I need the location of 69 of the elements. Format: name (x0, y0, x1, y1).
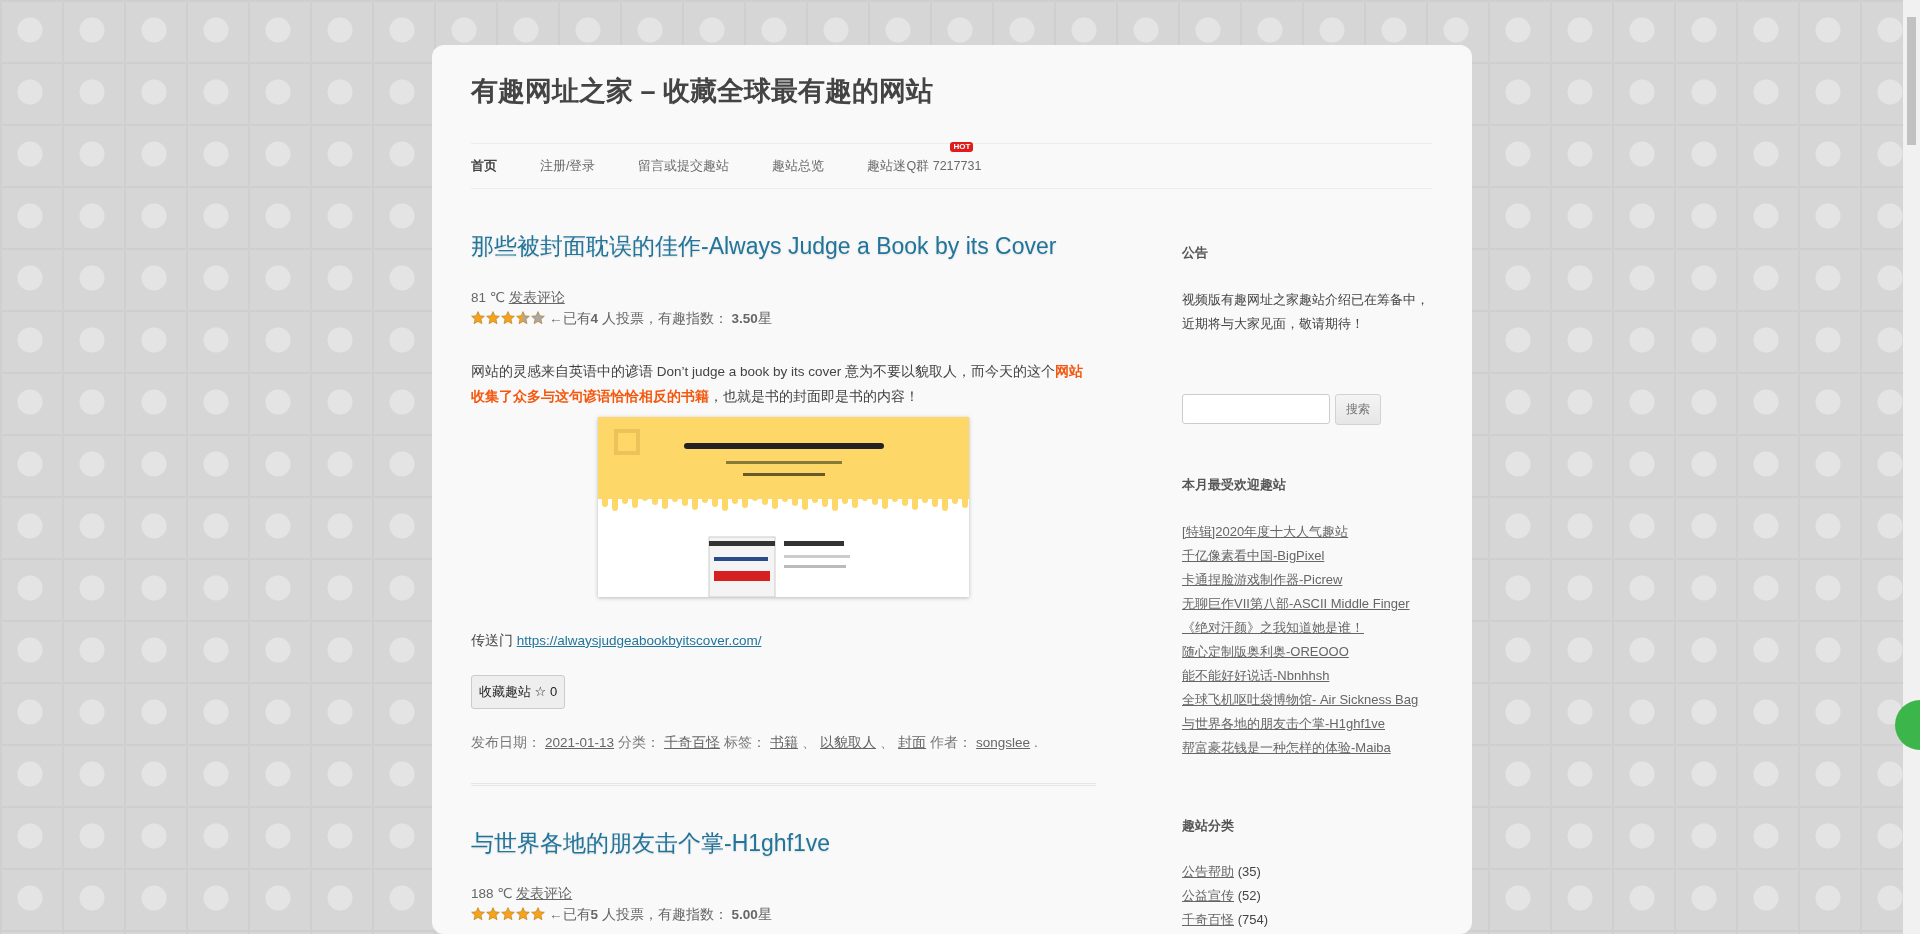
vote-summary: ←已有4 人投票，有趣指数： 3.50星 (549, 310, 772, 326)
meta-label: 发布日期： (471, 734, 541, 750)
post-title[interactable]: 与世界各地的朋友击个掌-H1ghf1ve (471, 825, 831, 861)
category-link[interactable]: 公益宣传 (1182, 888, 1234, 904)
popular-link[interactable]: 与世界各地的朋友击个掌-H1ghf1ve (1182, 715, 1385, 731)
meta-link[interactable]: 以貌取人 (820, 734, 877, 750)
nav-link[interactable]: 留言或提交趣站 (638, 159, 730, 174)
meta-label: 分类： (618, 734, 661, 750)
meta-label: 标签： (724, 734, 767, 750)
favorite-button[interactable]: 收藏趣站 ☆ 0 (471, 675, 566, 709)
popular-link[interactable]: 《绝对汗颜》之我知道她是谁！ (1182, 619, 1364, 635)
widget-title: 本月最受欢迎趣站 (1182, 477, 1287, 493)
popular-link[interactable]: 无聊巨作VII第八部-ASCII Middle Finger (1182, 595, 1410, 611)
category-link[interactable]: 公告帮助 (1182, 864, 1234, 880)
star-icon[interactable] (471, 907, 485, 922)
scrollbar[interactable] (1903, 0, 1920, 934)
star-icon[interactable] (501, 310, 515, 325)
meta-link[interactable]: 封面 (898, 734, 927, 750)
heat-count: 188 ℃ (471, 886, 513, 902)
star-icon[interactable] (531, 310, 545, 325)
search-button[interactable]: 搜索 (1335, 394, 1381, 425)
search-field[interactable] (1182, 394, 1330, 424)
comment-link[interactable]: 发表评论 (508, 289, 565, 305)
site-title: 有趣网址之家 – 收藏全球最有趣的网站 (471, 75, 935, 108)
separator: 、 (880, 734, 895, 750)
heat-count: 81 ℃ (471, 289, 505, 305)
meta-link[interactable]: 千奇百怪 (664, 734, 721, 750)
post-title[interactable]: 那些被封面耽误的佳作-Always Judge a Book by its Cover (471, 229, 1057, 264)
post-text: 网站的灵感来自英语中的谚语 Don’t judge a book by its cover 意为不要以貌取人，而今天的这个网站收集了众多与这句谚语恰恰相反的书籍，也就是书的封面即是书的内容！ (471, 362, 1085, 406)
category-count: (754) (1237, 912, 1268, 928)
widget-title: 公告 (1182, 245, 1209, 261)
comment-link[interactable]: 发表评论 (516, 886, 573, 902)
widget-title: 趣站分类 (1182, 817, 1235, 834)
nav-link[interactable]: 首页 (471, 159, 497, 174)
popular-link[interactable]: 能不能好好说话-Nbnhhsh (1182, 667, 1330, 683)
popular-link[interactable]: 帮富豪花钱是一种怎样的体验-Maiba (1182, 739, 1391, 755)
category-count: (52) (1237, 888, 1261, 904)
star-icon[interactable] (471, 310, 485, 325)
separator: 、 (802, 734, 817, 750)
chat-button[interactable] (1895, 700, 1920, 750)
category-link[interactable]: 千奇百怪 (1182, 912, 1234, 928)
star-icon[interactable] (486, 310, 500, 325)
popular-link[interactable]: 随心定制版奥利奥-OREOOO (1182, 643, 1349, 659)
scrollbar-thumb[interactable] (1907, 17, 1916, 145)
category-count: (35) (1237, 864, 1261, 880)
popular-link[interactable]: [特辑]2020年度十大人气趣站 (1182, 523, 1349, 539)
nav-link[interactable]: 趣站总览 (772, 159, 825, 174)
star-icon[interactable] (516, 907, 530, 922)
meta-link[interactable]: 2021-01-13 (545, 734, 615, 750)
popular-link[interactable]: 全球飞机呕吐袋博物馆- Air Sickness Bag (1182, 691, 1419, 707)
meta-link[interactable]: 书籍 (770, 734, 799, 750)
star-icon[interactable] (516, 310, 530, 325)
star-icon[interactable] (486, 907, 500, 922)
hot-badge: HOT (950, 142, 974, 153)
url-link[interactable]: https://alwaysjudgeabookbyitscover.com/ (516, 632, 762, 648)
star-icon[interactable] (501, 907, 515, 922)
star-rating[interactable] (471, 310, 545, 325)
star-rating[interactable] (471, 907, 545, 922)
meta-link[interactable]: songslee (976, 734, 1031, 750)
nav-link[interactable]: 趣站迷Q群 7217731 (867, 159, 982, 174)
popular-link[interactable]: 千亿像素看中国-BigPixel (1182, 547, 1325, 563)
star-icon[interactable] (531, 907, 545, 922)
nav-link[interactable]: 注册/登录 (540, 159, 596, 174)
separator: . (1034, 734, 1038, 750)
portal-label: 传送门 (471, 632, 513, 648)
popular-link[interactable]: 卡通捏脸游戏制作器-Picrew (1182, 571, 1343, 587)
meta-label: 作者： (930, 734, 973, 750)
vote-summary: ←已有5 人投票，有趣指数： 5.00星 (549, 907, 772, 923)
notice-text: 视频版有趣网址之家趣站介绍已在筹备中，近期将与大家见面，敬请期待！ (1182, 291, 1430, 333)
